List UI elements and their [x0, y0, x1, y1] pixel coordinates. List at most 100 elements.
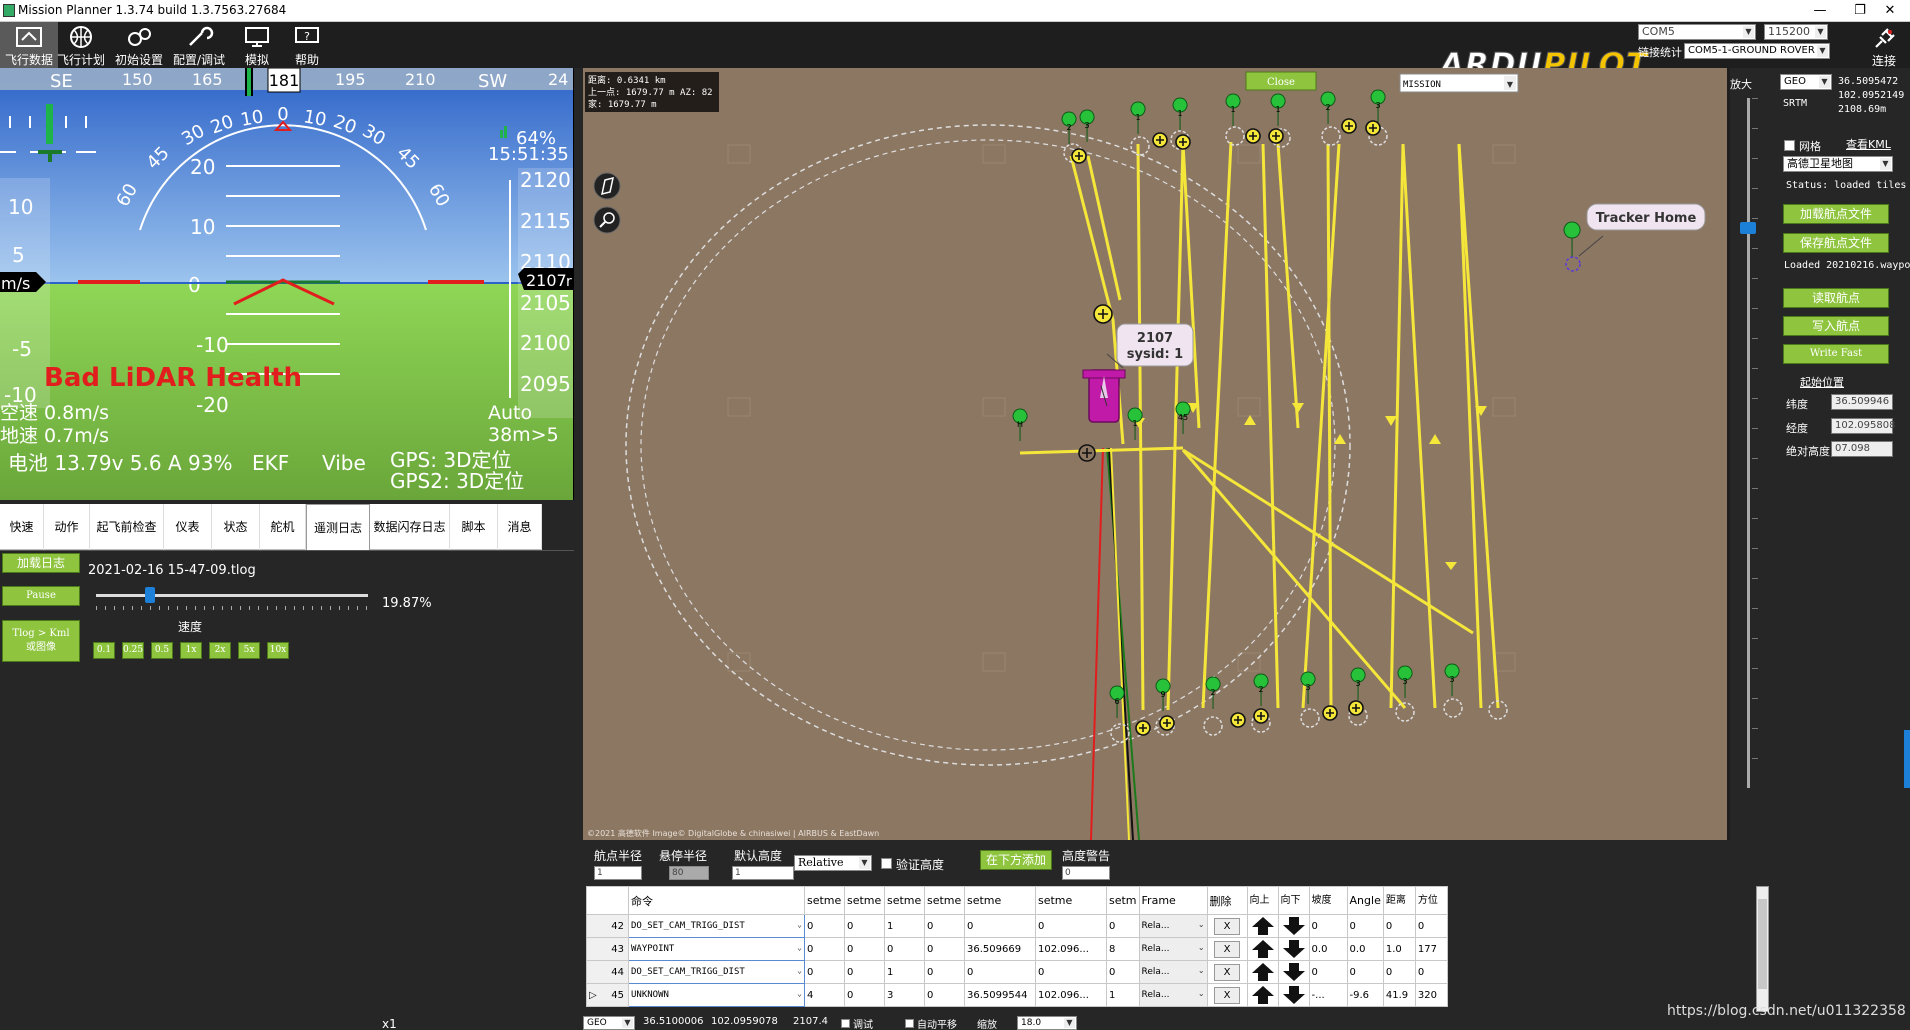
param2-cell[interactable]: 0	[844, 914, 885, 938]
lat-cell[interactable]: 0	[964, 914, 1036, 938]
playback-slider-thumb[interactable]	[145, 587, 156, 603]
debug-checkbox[interactable]	[841, 1019, 850, 1028]
frame-select[interactable]: Rela... ⌄	[1138, 960, 1208, 984]
alt-cell[interactable]: 1	[1106, 983, 1140, 1007]
param3-cell[interactable]: 1	[884, 960, 925, 984]
verify-alt-checkbox[interactable]	[881, 858, 892, 869]
read-wp-button[interactable]: 读取航点	[1783, 288, 1889, 308]
tab-gauges[interactable]: 仪表	[164, 504, 212, 550]
move-up-cell[interactable]	[1246, 937, 1279, 961]
speed-10x-button[interactable]: 10x	[267, 642, 289, 659]
auto-pan-checkbox[interactable]	[905, 1019, 914, 1028]
row-number-cell[interactable]: 42	[586, 914, 629, 938]
arrow-up-icon[interactable]	[1250, 985, 1276, 1005]
col-header[interactable]: setme	[964, 886, 1036, 915]
param4-cell[interactable]: 0	[924, 960, 965, 984]
param3-cell[interactable]: 1	[884, 914, 925, 938]
start-alt-input[interactable]: 07.098	[1831, 441, 1893, 457]
map-type-select[interactable]: 高德卫星地图 ▼	[1783, 156, 1893, 172]
start-position-link[interactable]: 起始位置	[1800, 374, 1844, 390]
zoom-tool-icon[interactable]	[593, 206, 621, 234]
tab-scripts[interactable]: 脚本	[450, 504, 498, 550]
save-wp-file-button[interactable]: 保存航点文件	[1783, 233, 1889, 253]
arrow-down-icon[interactable]	[1281, 916, 1307, 936]
frame-select[interactable]: Rela... ⌄	[1138, 914, 1208, 938]
lat-cell[interactable]: 36.509669	[964, 937, 1036, 961]
menu-flight-plan[interactable]: 飞行计划	[52, 22, 110, 68]
delete-row-button[interactable]: X	[1214, 963, 1241, 981]
minimize-button[interactable]: —	[1800, 0, 1840, 22]
link-stats-label[interactable]: 链接统计	[1638, 44, 1682, 60]
param4-cell[interactable]: 0	[924, 914, 965, 938]
tlog-to-kml-button[interactable]: Tlog > Kml 或图像	[2, 620, 80, 662]
menu-flight-data[interactable]: 飞行数据	[0, 22, 58, 68]
param1-cell[interactable]: 0	[804, 960, 845, 984]
connect-button[interactable]: 连接	[1862, 25, 1906, 68]
param2-cell[interactable]: 0	[844, 937, 885, 961]
view-kml-link[interactable]: 查看KML	[1846, 136, 1891, 152]
param3-cell[interactable]: 0	[884, 937, 925, 961]
lon-cell[interactable]: 102.096...	[1035, 983, 1107, 1007]
menu-help[interactable]: ? 帮助	[278, 22, 336, 68]
menu-initial-setup[interactable]: 初始设置	[110, 22, 168, 68]
param1-cell[interactable]: 0	[804, 937, 845, 961]
speed-2x-button[interactable]: 2x	[209, 642, 231, 659]
tab-quick[interactable]: 快速	[0, 504, 44, 550]
col-header-grade[interactable]: 坡度	[1308, 886, 1348, 915]
lon-cell[interactable]: 0	[1035, 960, 1107, 984]
speed-5x-button[interactable]: 5x	[238, 642, 260, 659]
param2-cell[interactable]: 0	[844, 983, 885, 1007]
speed-0.5-button[interactable]: 0.5	[151, 642, 173, 659]
col-header[interactable]: setm	[1106, 886, 1140, 915]
port-select[interactable]: COM5 ▼	[1638, 24, 1756, 40]
default-alt-input[interactable]: 1	[732, 866, 794, 880]
col-header-delete[interactable]: 删除	[1206, 886, 1248, 915]
alt-cell[interactable]: 0	[1106, 914, 1140, 938]
col-header[interactable]: setme	[1035, 886, 1107, 915]
param1-cell[interactable]: 0	[804, 914, 845, 938]
table-row[interactable]: 43 WAYPOINT ⌄ 0 0 0 0 36.509669 102.096... 8 Rela.…	[586, 937, 1448, 961]
alt-cell[interactable]: 8	[1106, 937, 1140, 961]
zoom-slider-track[interactable]	[1747, 98, 1750, 788]
pause-button[interactable]: Pause	[2, 586, 80, 606]
close-window-button[interactable]: ✕	[1870, 0, 1910, 22]
wp-radius-input[interactable]: 1	[594, 866, 642, 880]
coord-system-select[interactable]: GEO ▼	[1780, 74, 1832, 90]
arrow-up-icon[interactable]	[1250, 962, 1276, 982]
table-row[interactable]: 44 DO_SET_CAM_TRIGG_DIST ⌄ 0 0 1 0 0 0 0 Rela... ⌄ X…	[586, 960, 1448, 984]
speed-0.25-button[interactable]: 0.25	[122, 642, 144, 659]
param4-cell[interactable]: 0	[924, 983, 965, 1007]
command-select[interactable]: UNKNOWN ⌄	[628, 983, 805, 1007]
command-select[interactable]: DO_SET_CAM_TRIGG_DIST ⌄	[628, 914, 805, 938]
tab-dataflash-logs[interactable]: 数据闪存日志	[370, 504, 450, 550]
baud-select[interactable]: 115200 ▼	[1764, 24, 1828, 40]
move-down-cell[interactable]	[1277, 914, 1310, 938]
arrow-up-icon[interactable]	[1250, 916, 1276, 936]
arrow-up-icon[interactable]	[1250, 939, 1276, 959]
start-lon-input[interactable]: 102.095808	[1831, 418, 1895, 434]
satellite-map[interactable]: 2 3 1 1 1 1 2 3 H 1 45 6 9 2 2 3 3 3 3 T…	[583, 68, 1730, 840]
speed-1x-button[interactable]: 1x	[180, 642, 202, 659]
ruler-tool-icon[interactable]	[593, 172, 621, 200]
write-wp-button[interactable]: 写入航点	[1783, 316, 1889, 336]
link-select[interactable]: COM5-1-GROUND ROVER ▼	[1684, 43, 1830, 59]
col-header-az[interactable]: 方位	[1414, 886, 1448, 915]
col-header[interactable]: setme	[924, 886, 965, 915]
move-down-cell[interactable]	[1277, 937, 1310, 961]
param2-cell[interactable]: 0	[844, 960, 885, 984]
move-up-cell[interactable]	[1246, 983, 1279, 1007]
add-below-button[interactable]: 在下方添加	[980, 850, 1052, 870]
delete-row-button[interactable]: X	[1214, 986, 1241, 1004]
tab-status[interactable]: 状态	[212, 504, 260, 550]
param3-cell[interactable]: 3	[884, 983, 925, 1007]
playback-slider-track[interactable]	[96, 594, 368, 597]
loiter-radius-input[interactable]: 80	[669, 866, 709, 880]
load-log-button[interactable]: 加载日志	[2, 553, 80, 573]
tab-preflight[interactable]: 起飞前检查	[90, 504, 164, 550]
alt-warning-input[interactable]: 0	[1062, 866, 1110, 880]
write-fast-button[interactable]: Write Fast	[1783, 344, 1889, 364]
param1-cell[interactable]: 4	[804, 983, 845, 1007]
arrow-down-icon[interactable]	[1281, 962, 1307, 982]
col-header-command[interactable]: 命令	[628, 886, 805, 915]
lon-cell[interactable]: 102.096...	[1035, 937, 1107, 961]
